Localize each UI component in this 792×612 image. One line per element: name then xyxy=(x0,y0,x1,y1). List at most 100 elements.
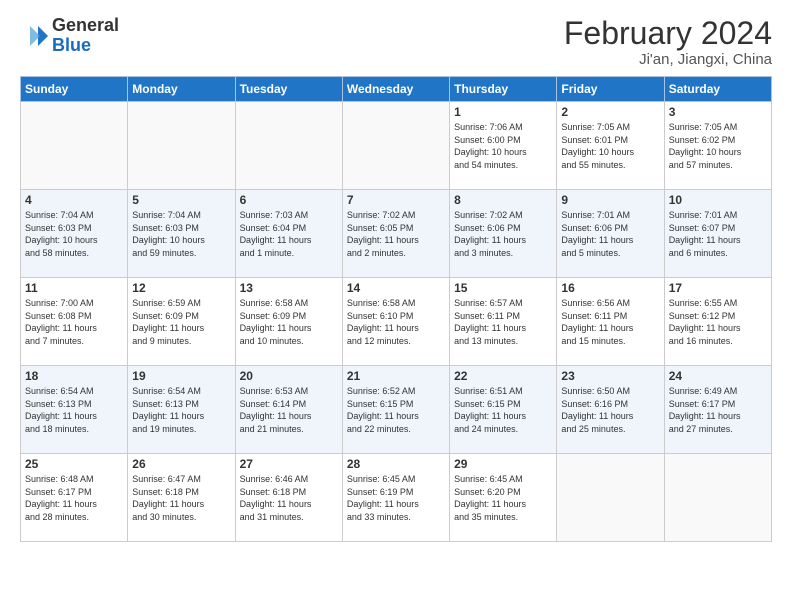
col-wednesday: Wednesday xyxy=(342,77,449,102)
day-number: 17 xyxy=(669,281,767,295)
day-number: 12 xyxy=(132,281,230,295)
table-row: 27 Sunrise: 6:46 AM Sunset: 6:18 PM Dayli… xyxy=(235,454,342,542)
table-row: 17Sunrise: 6:55 AM Sunset: 6:12 PM Dayli… xyxy=(664,278,771,366)
day-info: Sunrise: 7:04 AM Sunset: 6:03 PM Dayligh… xyxy=(25,209,123,259)
day-number: 25 xyxy=(25,457,123,471)
day-number: 21 xyxy=(347,369,445,383)
day-info: Sunrise: 6:47 AM Sunset: 6:18 PM Dayligh… xyxy=(132,473,230,523)
table-row: 10 Sunrise: 7:01 AM Sunset: 6:07 PM Dayli… xyxy=(664,190,771,278)
day-info: Sunrise: 6:54 AM Sunset: 6:13 PM Dayligh… xyxy=(132,385,230,435)
table-row: 19 Sunrise: 6:54 AM Sunset: 6:13 PM Dayli… xyxy=(128,366,235,454)
table-row xyxy=(235,102,342,190)
day-info: Sunrise: 6:58 AM Sunset: 6:09 PM Dayligh… xyxy=(240,297,338,347)
col-thursday: Thursday xyxy=(450,77,557,102)
table-row: 12 Sunrise: 6:59 AM Sunset: 6:09 PM Dayli… xyxy=(128,278,235,366)
day-info: Sunrise: 6:58 AM Sunset: 6:10 PM Dayligh… xyxy=(347,297,445,347)
day-number: 13 xyxy=(240,281,338,295)
table-row: 5 Sunrise: 7:04 AM Sunset: 6:03 PM Daylig… xyxy=(128,190,235,278)
day-info: Sunrise: 7:02 AM Sunset: 6:05 PM Dayligh… xyxy=(347,209,445,259)
table-row: 3Sunrise: 7:05 AM Sunset: 6:02 PM Daylig… xyxy=(664,102,771,190)
table-row: 29Sunrise: 6:45 AM Sunset: 6:20 PM Dayli… xyxy=(450,454,557,542)
table-row: 6 Sunrise: 7:03 AM Sunset: 6:04 PM Daylig… xyxy=(235,190,342,278)
calendar-week-row: 18 Sunrise: 6:54 AM Sunset: 6:13 PM Dayli… xyxy=(21,366,772,454)
calendar-week-row: 4 Sunrise: 7:04 AM Sunset: 6:03 PM Daylig… xyxy=(21,190,772,278)
day-number: 4 xyxy=(25,193,123,207)
day-info: Sunrise: 6:52 AM Sunset: 6:15 PM Dayligh… xyxy=(347,385,445,435)
day-info: Sunrise: 7:01 AM Sunset: 6:07 PM Dayligh… xyxy=(669,209,767,259)
day-info: Sunrise: 6:51 AM Sunset: 6:15 PM Dayligh… xyxy=(454,385,552,435)
table-row: 20 Sunrise: 6:53 AM Sunset: 6:14 PM Dayli… xyxy=(235,366,342,454)
day-info: Sunrise: 6:59 AM Sunset: 6:09 PM Dayligh… xyxy=(132,297,230,347)
day-info: Sunrise: 7:06 AM Sunset: 6:00 PM Dayligh… xyxy=(454,121,552,171)
logo-general: General xyxy=(52,15,119,35)
calendar-week-row: 1 Sunrise: 7:06 AM Sunset: 6:00 PM Daylig… xyxy=(21,102,772,190)
day-number: 1 xyxy=(454,105,552,119)
table-row: 28 Sunrise: 6:45 AM Sunset: 6:19 PM Dayli… xyxy=(342,454,449,542)
title-block: February 2024 Ji'an, Jiangxi, China xyxy=(564,16,772,68)
day-number: 10 xyxy=(669,193,767,207)
day-number: 14 xyxy=(347,281,445,295)
day-number: 24 xyxy=(669,369,767,383)
col-saturday: Saturday xyxy=(664,77,771,102)
table-row: 21 Sunrise: 6:52 AM Sunset: 6:15 PM Dayli… xyxy=(342,366,449,454)
table-row: 9 Sunrise: 7:01 AM Sunset: 6:06 PM Daylig… xyxy=(557,190,664,278)
table-row: 1 Sunrise: 7:06 AM Sunset: 6:00 PM Daylig… xyxy=(450,102,557,190)
day-info: Sunrise: 7:03 AM Sunset: 6:04 PM Dayligh… xyxy=(240,209,338,259)
day-number: 20 xyxy=(240,369,338,383)
day-number: 29 xyxy=(454,457,552,471)
day-number: 15 xyxy=(454,281,552,295)
day-info: Sunrise: 6:49 AM Sunset: 6:17 PM Dayligh… xyxy=(669,385,767,435)
table-row xyxy=(557,454,664,542)
day-info: Sunrise: 7:00 AM Sunset: 6:08 PM Dayligh… xyxy=(25,297,123,347)
table-row: 14 Sunrise: 6:58 AM Sunset: 6:10 PM Dayli… xyxy=(342,278,449,366)
col-monday: Monday xyxy=(128,77,235,102)
table-row: 16 Sunrise: 6:56 AM Sunset: 6:11 PM Dayli… xyxy=(557,278,664,366)
day-info: Sunrise: 6:46 AM Sunset: 6:18 PM Dayligh… xyxy=(240,473,338,523)
col-sunday: Sunday xyxy=(21,77,128,102)
day-info: Sunrise: 7:01 AM Sunset: 6:06 PM Dayligh… xyxy=(561,209,659,259)
table-row: 7 Sunrise: 7:02 AM Sunset: 6:05 PM Daylig… xyxy=(342,190,449,278)
day-number: 9 xyxy=(561,193,659,207)
day-number: 27 xyxy=(240,457,338,471)
day-number: 22 xyxy=(454,369,552,383)
day-number: 28 xyxy=(347,457,445,471)
day-info: Sunrise: 6:45 AM Sunset: 6:19 PM Dayligh… xyxy=(347,473,445,523)
calendar-week-row: 11Sunrise: 7:00 AM Sunset: 6:08 PM Dayli… xyxy=(21,278,772,366)
table-row: 15 Sunrise: 6:57 AM Sunset: 6:11 PM Dayli… xyxy=(450,278,557,366)
table-row: 2Sunrise: 7:05 AM Sunset: 6:01 PM Daylig… xyxy=(557,102,664,190)
day-info: Sunrise: 6:48 AM Sunset: 6:17 PM Dayligh… xyxy=(25,473,123,523)
table-row xyxy=(21,102,128,190)
day-info: Sunrise: 6:56 AM Sunset: 6:11 PM Dayligh… xyxy=(561,297,659,347)
day-number: 16 xyxy=(561,281,659,295)
day-number: 6 xyxy=(240,193,338,207)
location: Ji'an, Jiangxi, China xyxy=(564,51,772,68)
day-info: Sunrise: 6:57 AM Sunset: 6:11 PM Dayligh… xyxy=(454,297,552,347)
page: General Blue February 2024 Ji'an, Jiangx… xyxy=(0,0,792,612)
table-row: 18 Sunrise: 6:54 AM Sunset: 6:13 PM Dayli… xyxy=(21,366,128,454)
calendar-header-row: Sunday Monday Tuesday Wednesday Thursday… xyxy=(21,77,772,102)
table-row: 25 Sunrise: 6:48 AM Sunset: 6:17 PM Dayli… xyxy=(21,454,128,542)
month-title: February 2024 xyxy=(564,16,772,51)
col-tuesday: Tuesday xyxy=(235,77,342,102)
table-row: 13 Sunrise: 6:58 AM Sunset: 6:09 PM Dayli… xyxy=(235,278,342,366)
day-info: Sunrise: 6:54 AM Sunset: 6:13 PM Dayligh… xyxy=(25,385,123,435)
table-row: 8 Sunrise: 7:02 AM Sunset: 6:06 PM Daylig… xyxy=(450,190,557,278)
day-info: Sunrise: 7:02 AM Sunset: 6:06 PM Dayligh… xyxy=(454,209,552,259)
table-row xyxy=(664,454,771,542)
day-number: 26 xyxy=(132,457,230,471)
col-friday: Friday xyxy=(557,77,664,102)
day-number: 19 xyxy=(132,369,230,383)
day-number: 5 xyxy=(132,193,230,207)
day-number: 8 xyxy=(454,193,552,207)
day-info: Sunrise: 7:04 AM Sunset: 6:03 PM Dayligh… xyxy=(132,209,230,259)
calendar-table: Sunday Monday Tuesday Wednesday Thursday… xyxy=(20,76,772,542)
logo-icon xyxy=(20,22,48,50)
day-info: Sunrise: 6:53 AM Sunset: 6:14 PM Dayligh… xyxy=(240,385,338,435)
day-info: Sunrise: 6:50 AM Sunset: 6:16 PM Dayligh… xyxy=(561,385,659,435)
day-number: 18 xyxy=(25,369,123,383)
day-number: 7 xyxy=(347,193,445,207)
table-row: 11Sunrise: 7:00 AM Sunset: 6:08 PM Dayli… xyxy=(21,278,128,366)
calendar-week-row: 25 Sunrise: 6:48 AM Sunset: 6:17 PM Dayli… xyxy=(21,454,772,542)
day-info: Sunrise: 7:05 AM Sunset: 6:01 PM Dayligh… xyxy=(561,121,659,171)
table-row xyxy=(342,102,449,190)
